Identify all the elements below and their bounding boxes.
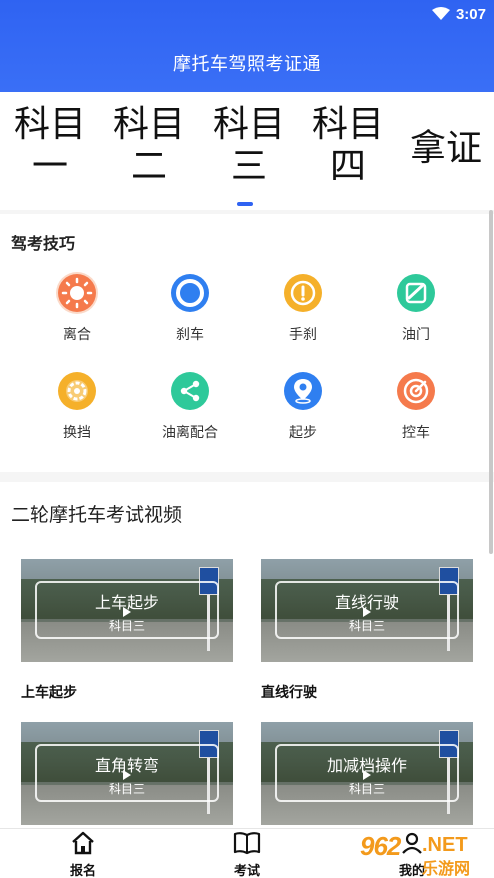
nav-label: 考试	[233, 864, 260, 878]
tab-label: 一	[32, 146, 69, 187]
sun-icon	[56, 272, 98, 314]
brake-ring-icon	[169, 272, 211, 314]
subject-tab-bar: 科目 一 科目 二 科目 三 科目 四 拿证	[0, 92, 494, 210]
video-thumbnail[interactable]: 直线行驶 科目三	[261, 559, 473, 662]
watermark-number: 962	[360, 831, 401, 861]
skill-shift[interactable]: 换挡	[32, 370, 122, 442]
share-icon	[169, 370, 211, 412]
gear-icon	[56, 370, 98, 412]
skill-clutch-throttle[interactable]: 油离配合	[145, 370, 235, 442]
play-icon	[363, 770, 371, 780]
skill-clutch[interactable]: 离合	[32, 272, 122, 344]
tab-subject-3[interactable]: 科目 三	[213, 104, 285, 188]
skill-start[interactable]: 起步	[258, 370, 348, 442]
wifi-icon	[431, 7, 450, 20]
app-header: 3:07 摩托车驾照考证通	[0, 0, 494, 92]
location-icon	[282, 370, 324, 412]
video-thumbnail[interactable]: 上车起步 科目三	[21, 559, 233, 662]
site-watermark: 962 .NET 乐游网	[358, 831, 486, 878]
driving-tips-panel: 驾考技巧 离合 刹车 手刹 油门 换挡 油离配合 起步 控车	[0, 214, 494, 472]
page-title: 摩托车驾照考证通	[173, 54, 321, 75]
status-bar: 3:07	[431, 4, 486, 24]
video-thumbnail[interactable]: 直角转弯 科目三	[21, 722, 233, 825]
skill-label: 控车	[402, 425, 430, 441]
skill-label: 离合	[63, 327, 91, 343]
tab-get-license[interactable]: 拿证	[410, 128, 482, 170]
tab-label: 三	[231, 146, 268, 187]
skill-label: 油离配合	[162, 425, 218, 441]
play-icon	[123, 607, 131, 617]
tab-label: 科目	[312, 104, 385, 145]
skill-label: 油门	[402, 327, 430, 343]
skill-handbrake[interactable]: 手刹	[258, 272, 348, 344]
video-thumbnail[interactable]: 加减档操作 科目三	[261, 722, 473, 825]
watermark-cn: 乐游网	[422, 859, 471, 878]
video-card[interactable]: 直角转弯 科目三	[21, 722, 233, 825]
active-tab-indicator	[237, 202, 253, 206]
nav-item-exam[interactable]: 考试	[217, 831, 277, 878]
section-title: 驾考技巧	[11, 234, 76, 253]
video-card[interactable]: 上车起步 科目三 上车起步	[21, 559, 233, 702]
nav-item-register[interactable]: 报名	[53, 831, 113, 878]
skill-label: 换挡	[63, 425, 91, 441]
pedal-icon	[395, 272, 437, 314]
skill-label: 起步	[289, 425, 317, 441]
video-caption[interactable]: 直线行驶	[261, 682, 473, 702]
skill-control[interactable]: 控车	[371, 370, 461, 442]
tab-subject-1[interactable]: 科目 一	[14, 104, 86, 188]
skill-brake[interactable]: 刹车	[145, 272, 235, 344]
skill-label: 手刹	[289, 327, 317, 343]
tab-label: 科目	[213, 104, 286, 145]
warning-icon	[282, 272, 324, 314]
book-icon	[233, 832, 261, 855]
play-icon	[123, 770, 131, 780]
tab-label: 四	[330, 146, 367, 187]
video-overlay-subtitle: 科目三	[108, 619, 145, 633]
video-overlay-subtitle: 科目三	[348, 782, 385, 796]
video-card[interactable]: 加减档操作 科目三	[261, 722, 473, 825]
tab-label: 科目	[14, 104, 87, 145]
video-overlay-subtitle: 科目三	[108, 782, 145, 796]
app-root: 3:07 摩托车驾照考证通 科目 一 科目 二 科目 三 科目 四 拿证 驾考技…	[0, 0, 494, 878]
skill-throttle[interactable]: 油门	[371, 272, 461, 344]
section-title: 二轮摩托车考试视频	[11, 504, 183, 526]
tab-label: 科目	[113, 104, 186, 145]
target-icon	[395, 370, 437, 412]
home-icon	[72, 831, 94, 855]
tab-label: 二	[131, 146, 168, 187]
tab-subject-4[interactable]: 科目 四	[312, 104, 384, 188]
exam-video-section: 二轮摩托车考试视频 上车起步 科目三 上车起步 直线行驶 科目三 直线行驶 直角…	[0, 482, 494, 828]
video-caption[interactable]: 上车起步	[21, 682, 233, 702]
watermark-net: .NET	[422, 834, 468, 856]
tab-label: 拿证	[410, 128, 483, 169]
scrollbar[interactable]	[489, 210, 493, 554]
status-time: 3:07	[455, 5, 486, 23]
nav-label: 报名	[69, 864, 96, 878]
play-icon	[363, 607, 371, 617]
skill-label: 刹车	[176, 327, 204, 343]
video-overlay-subtitle: 科目三	[348, 619, 385, 633]
video-card[interactable]: 直线行驶 科目三 直线行驶	[261, 559, 473, 702]
tab-subject-2[interactable]: 科目 二	[113, 104, 185, 188]
